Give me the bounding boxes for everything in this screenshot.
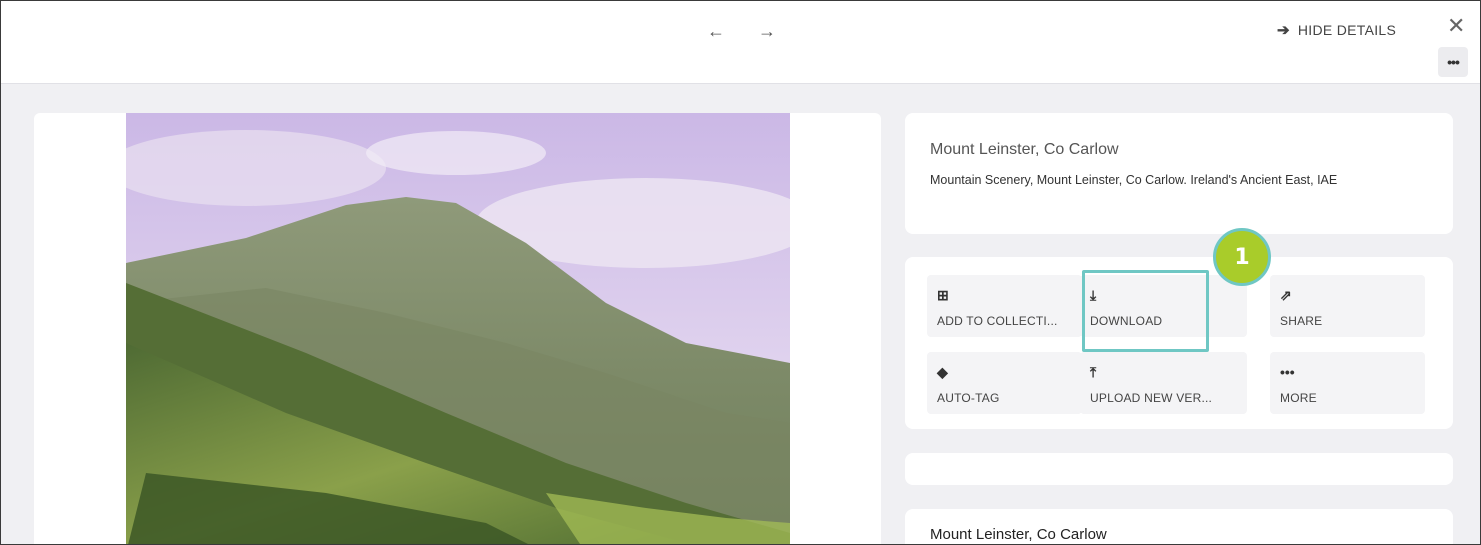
auto-tag-label: AUTO-TAG <box>937 391 1000 405</box>
tags-icon: ◆ <box>937 364 948 380</box>
next-asset-arrow-icon[interactable]: → <box>758 21 776 41</box>
step-number-badge: 1 <box>1213 228 1271 286</box>
plus-square-icon: ⊞ <box>937 287 949 303</box>
upload-icon: ⤒ <box>1090 364 1097 380</box>
close-icon[interactable]: ✕ <box>1447 14 1465 38</box>
more-label: MORE <box>1280 391 1317 405</box>
upload-new-version-button[interactable]: ⤒ UPLOAD NEW VER... <box>1080 352 1247 414</box>
top-toolbar: ← → ➔ HIDE DETAILS ✕ ••• <box>1 1 1480 84</box>
share-button[interactable]: ⇗ SHARE <box>1270 275 1425 337</box>
actions-card: ⊞ ADD TO COLLECTI... ⤓ DOWNLOAD ⇗ SHARE … <box>905 257 1453 429</box>
arrow-right-icon: ➔ <box>1277 22 1290 39</box>
more-actions-button[interactable]: ••• MORE <box>1270 352 1425 414</box>
asset-description: Mountain Scenery, Mount Leinster, Co Car… <box>930 173 1338 187</box>
more-options-button[interactable]: ••• <box>1438 47 1468 77</box>
previous-asset-arrow-icon[interactable]: ← <box>707 21 725 41</box>
download-button[interactable]: ⤓ DOWNLOAD <box>1080 275 1247 337</box>
asset-info-card: Mount Leinster, Co Carlow Mountain Scene… <box>905 113 1453 234</box>
empty-card <box>905 453 1453 485</box>
auto-tag-button[interactable]: ◆ AUTO-TAG <box>927 352 1082 414</box>
share-label: SHARE <box>1280 314 1323 328</box>
metadata-card: Mount Leinster, Co Carlow <box>905 509 1453 544</box>
download-icon: ⤓ <box>1090 287 1097 303</box>
metadata-title: Mount Leinster, Co Carlow <box>930 526 1107 543</box>
hide-details-label: HIDE DETAILS <box>1297 22 1397 38</box>
asset-title: Mount Leinster, Co Carlow <box>930 141 1119 158</box>
more-icon: ••• <box>1280 364 1295 380</box>
asset-photo <box>126 113 790 544</box>
upload-new-version-label: UPLOAD NEW VER... <box>1090 391 1213 405</box>
download-label: DOWNLOAD <box>1090 314 1163 328</box>
image-preview-panel <box>34 113 881 544</box>
add-to-collection-label: ADD TO COLLECTI... <box>937 314 1058 328</box>
hide-details-button[interactable]: ➔ HIDE DETAILS <box>1277 21 1396 39</box>
add-to-collection-button[interactable]: ⊞ ADD TO COLLECTI... <box>927 275 1082 337</box>
share-icon: ⇗ <box>1280 287 1292 303</box>
asset-detail-view: ← → ➔ HIDE DETAILS ✕ ••• Mount Leinster,… <box>0 0 1481 545</box>
